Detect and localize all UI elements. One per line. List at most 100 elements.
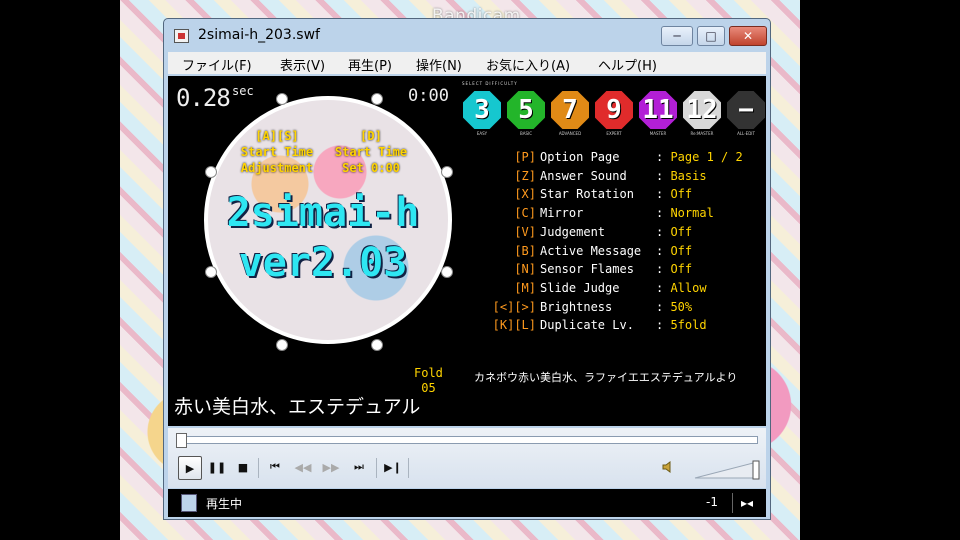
- sensor-dot: [276, 93, 288, 105]
- difficulty-1-button[interactable]: 5: [507, 91, 545, 129]
- menu-favorites[interactable]: お気に入り(A): [486, 55, 570, 74]
- flash-stage[interactable]: 0.28 sec 0:00 [A][S] Start Time Adjustment…: [168, 76, 766, 426]
- play-button[interactable]: ▶: [178, 456, 202, 480]
- control-separator: [376, 458, 377, 478]
- option-separator: :: [656, 318, 671, 333]
- option-key: [K][L]: [492, 318, 536, 333]
- option-separator: :: [656, 262, 671, 277]
- control-separator: [258, 458, 259, 478]
- sensor-dot: [371, 339, 383, 351]
- menu-file[interactable]: ファイル(F): [182, 55, 252, 74]
- fast-forward-button[interactable]: ▶▶: [320, 456, 342, 478]
- volume-slider[interactable]: [693, 460, 763, 480]
- player-window: 2simai-h_203.swf ─ □ ✕ ファイル(F) 表示(V) 再生(…: [163, 18, 771, 520]
- option-row: [K][L] Duplicate Lv.: 5fold: [486, 316, 707, 334]
- option-key: [P]: [514, 150, 536, 164]
- difficulty-5-button[interactable]: 12: [683, 91, 721, 129]
- option-separator: :: [656, 206, 671, 221]
- panel-toggle-icon[interactable]: ▸◂: [732, 493, 761, 513]
- option-value: Off: [670, 262, 693, 277]
- option-row: [C] Mirror: Normal: [486, 204, 714, 222]
- option-name: Sensor Flames: [540, 262, 634, 277]
- option-separator: :: [656, 243, 671, 258]
- player-controls: ▶ ❚❚ ■ ⏮ ◀◀ ▶▶ ⏭ ▶❙: [168, 428, 766, 488]
- option-name: Option Page: [540, 150, 620, 164]
- option-row: [X] Star Rotation: Off: [486, 185, 692, 203]
- start-time-reset-hint: [D] Start Time Set 0:00: [334, 129, 408, 175]
- option-row: [P] Option Page: Page 1 / 2: [486, 148, 743, 166]
- minimize-button[interactable]: ─: [661, 26, 693, 46]
- difficulty-2-caption: ADVANCED: [558, 131, 582, 136]
- close-button[interactable]: ✕: [729, 26, 767, 46]
- skip-back-button[interactable]: ⏮: [264, 456, 286, 478]
- option-name: Star Rotation: [540, 187, 634, 202]
- option-value: Normal: [670, 206, 714, 221]
- song-title: 赤い美白水、エステデュアル: [174, 396, 421, 418]
- option-name: Judgement: [540, 224, 606, 239]
- playback-status: 再生中: [206, 497, 243, 511]
- app-icon: [174, 29, 189, 43]
- option-separator: :: [656, 224, 671, 239]
- option-key: [Z]: [514, 168, 536, 183]
- option-name: Active Message: [540, 243, 642, 258]
- option-separator: :: [656, 168, 671, 183]
- option-name: Slide Judge: [540, 280, 620, 295]
- menu-play[interactable]: 再生(P): [348, 55, 392, 74]
- step-button[interactable]: ▶❙: [382, 456, 404, 478]
- option-row: [M] Slide Judge: Allow: [486, 279, 706, 297]
- start-time-adjust-hint: [A][S] Start Time Adjustment: [240, 129, 314, 175]
- frame-counter: -1: [706, 495, 718, 509]
- option-name: Duplicate Lv.: [540, 318, 634, 333]
- rewind-button[interactable]: ◀◀: [292, 456, 314, 478]
- menu-view[interactable]: 表示(V): [280, 55, 325, 74]
- option-value: Off: [670, 187, 693, 202]
- difficulty-0-button[interactable]: 3: [463, 91, 501, 129]
- difficulty-4-button[interactable]: 11: [639, 91, 677, 129]
- sensor-dot: [205, 166, 217, 178]
- option-value: Off: [670, 243, 693, 258]
- pause-button[interactable]: ❚❚: [206, 456, 228, 478]
- game-title: 2simai-h: [226, 190, 420, 236]
- window-title: 2simai-h_203.swf: [198, 27, 320, 43]
- stop-button[interactable]: ■: [232, 456, 254, 478]
- option-value: Basis: [670, 168, 707, 183]
- difficulty-4-caption: MASTER: [649, 131, 667, 136]
- option-row: [Z] Answer Sound: Basis: [486, 167, 707, 185]
- option-row: [B] Active Message: Off: [486, 242, 692, 260]
- option-key: [V]: [514, 224, 536, 239]
- offset-timer-unit: sec: [232, 84, 254, 98]
- maximize-button[interactable]: □: [697, 26, 725, 46]
- option-name: Brightness: [540, 299, 613, 314]
- sensor-dot: [441, 166, 453, 178]
- option-row: [N] Sensor Flames: Off: [486, 260, 692, 278]
- difficulty-5-caption: Re:MASTER: [690, 131, 714, 136]
- difficulty-6-caption: ALL-EDIT: [737, 131, 755, 136]
- player-status-icon: [181, 494, 197, 512]
- option-key: [N]: [514, 262, 536, 277]
- title-bar[interactable]: 2simai-h_203.swf ─ □ ✕: [164, 19, 770, 53]
- menu-help[interactable]: ヘルプ(H): [598, 55, 657, 74]
- difficulty-3-caption: EXPERT: [606, 131, 622, 136]
- option-key: [C]: [514, 206, 536, 221]
- seek-bar[interactable]: [176, 436, 758, 444]
- option-key: [X]: [514, 187, 536, 202]
- option-value: Page 1 / 2: [670, 150, 743, 164]
- difficulty-3-button[interactable]: 9: [595, 91, 633, 129]
- song-credit: カネボウ赤い美白水、ラファイエエステデュアルより: [474, 371, 738, 384]
- option-key: [B]: [514, 243, 536, 258]
- option-separator: :: [656, 150, 671, 164]
- option-key: [<][>]: [492, 299, 536, 314]
- difficulty-header: SELECT DIFFICULTY: [462, 81, 518, 86]
- skip-forward-button[interactable]: ⏭: [348, 456, 370, 478]
- offset-timer: 0.28: [176, 84, 231, 112]
- option-name: Answer Sound: [540, 168, 627, 183]
- speaker-icon[interactable]: [658, 456, 680, 478]
- difficulty-2-button[interactable]: 7: [551, 91, 589, 129]
- difficulty-0-caption: EASY: [476, 131, 488, 136]
- seek-thumb[interactable]: [176, 433, 187, 448]
- option-separator: :: [656, 187, 671, 202]
- menu-control[interactable]: 操作(N): [416, 55, 462, 74]
- game-version: ver2.03: [238, 240, 408, 286]
- status-bar: 再生中 -1 ▸◂: [168, 489, 766, 517]
- difficulty-6-button[interactable]: −: [727, 91, 765, 129]
